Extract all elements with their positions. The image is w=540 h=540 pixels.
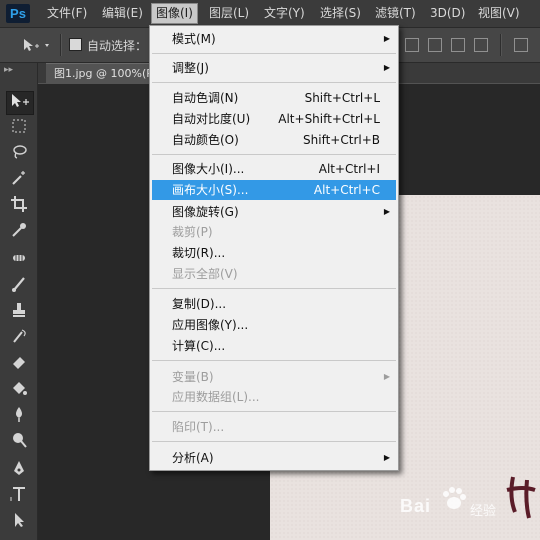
options-divider [60,34,62,56]
distribute-icon[interactable] [514,38,528,52]
menu-item-image-size[interactable]: 图像大小(I)... Alt+Ctrl+I [152,159,396,179]
menu-separator [152,411,396,412]
document-tab[interactable]: 图1.jpg @ 100%(R [46,63,162,84]
menu-file[interactable]: 文件(F) [43,4,91,23]
clone-stamp-tool-icon[interactable] [6,301,32,323]
menu-item-adjustments[interactable]: 调整(J) ▶ [152,58,396,78]
submenu-arrow-icon: ▶ [383,207,390,216]
paw-icon [440,486,466,518]
menu-view[interactable]: 视图(V) [474,4,524,23]
menu-separator [152,360,396,361]
brush-tool-icon[interactable] [6,275,32,297]
history-brush-tool-icon[interactable] [6,327,32,349]
menu-bar: Ps 文件(F) 编辑(E) 图像(I) 图层(L) 文字(Y) 选择(S) 滤… [0,0,540,28]
menu-separator [152,53,396,54]
lasso-tool-icon[interactable] [6,143,32,165]
tool-preset-picker[interactable] [22,36,52,54]
align-left-icon[interactable] [405,38,419,52]
marquee-tool-icon[interactable] [6,117,32,139]
blur-tool-icon[interactable] [6,405,32,427]
menu-select[interactable]: 选择(S) [316,4,365,23]
photoshop-logo: Ps [6,4,30,23]
menu-item-mode[interactable]: 模式(M) ▶ [152,29,396,49]
type-tool-icon[interactable] [6,485,32,507]
menu-item-duplicate[interactable]: 复制(D)... [152,294,396,314]
image-menu-dropdown: 模式(M) ▶ 调整(J) ▶ 自动色调(N) Shift+Ctrl+L 自动对… [149,25,399,471]
align-hcenter-icon[interactable] [428,38,442,52]
magic-wand-tool-icon[interactable] [6,169,32,191]
options-divider [500,34,502,56]
watermark-suffix: 经验 [470,504,497,519]
menu-image[interactable]: 图像(I) [151,3,198,24]
menu-item-image-rotation[interactable]: 图像旋转(G) ▶ [152,202,396,222]
menu-item-trap: 陷印(T)... [172,420,225,434]
menu-item-trim[interactable]: 裁切(R)... [152,243,396,263]
move-tool-icon[interactable] [6,91,34,115]
menu-item-auto-contrast[interactable]: 自动对比度(U) Alt+Shift+Ctrl+L [152,109,396,129]
submenu-arrow-icon: ▶ [383,453,390,462]
eraser-tool-icon[interactable] [6,353,32,375]
menu-item-apply-image[interactable]: 应用图像(Y)... [152,315,396,335]
dodge-tool-icon[interactable] [6,431,32,453]
menu-item-crop: 裁剪(P) [172,225,213,239]
menu-separator [152,288,396,289]
toolbox: ▸▸ [0,63,38,540]
toolbox-collapse-icon[interactable]: ▸▸ [4,65,13,75]
menu-separator [152,154,396,155]
paint-bucket-tool-icon[interactable] [6,379,32,401]
menu-3d[interactable]: 3D(D) [426,4,469,23]
crop-tool-icon[interactable] [6,195,32,217]
menu-item-auto-color[interactable]: 自动颜色(O) Shift+Ctrl+B [152,130,396,150]
auto-select-checkbox[interactable] [69,38,82,51]
menu-item-calculations[interactable]: 计算(C)... [152,336,396,356]
menu-separator [152,441,396,442]
path-selection-tool-icon[interactable] [6,511,32,533]
menu-item-reveal-all: 显示全部(V) [172,267,238,281]
eyedropper-tool-icon[interactable] [6,221,32,243]
align-right-icon[interactable] [451,38,465,52]
menu-edit[interactable]: 编辑(E) [98,4,147,23]
menu-item-apply-data-set: 应用数据组(L)... [172,390,260,404]
menu-type[interactable]: 文字(Y) [260,4,309,23]
menu-item-variables: 变量(B) ▶ [152,367,396,387]
pen-tool-icon[interactable] [6,459,32,481]
baidu-jingyan-watermark: Bai 经验 [400,487,520,520]
menu-item-analysis[interactable]: 分析(A) ▶ [152,448,396,468]
submenu-arrow-icon: ▶ [383,372,390,381]
align-top-icon[interactable] [474,38,488,52]
submenu-arrow-icon: ▶ [383,63,390,72]
menu-item-canvas-size[interactable]: 画布大小(S)... Alt+Ctrl+C [152,180,396,200]
submenu-arrow-icon: ▶ [383,34,390,43]
menu-filter[interactable]: 滤镜(T) [371,4,420,23]
healing-brush-tool-icon[interactable] [6,249,32,271]
menu-item-auto-tone[interactable]: 自动色调(N) Shift+Ctrl+L [152,88,396,108]
menu-layer[interactable]: 图层(L) [205,4,253,23]
move-tool-preset-icon [24,39,49,51]
watermark-brand: Bai [400,496,432,516]
auto-select-label: 自动选择： [87,39,148,53]
menu-separator [152,82,396,83]
